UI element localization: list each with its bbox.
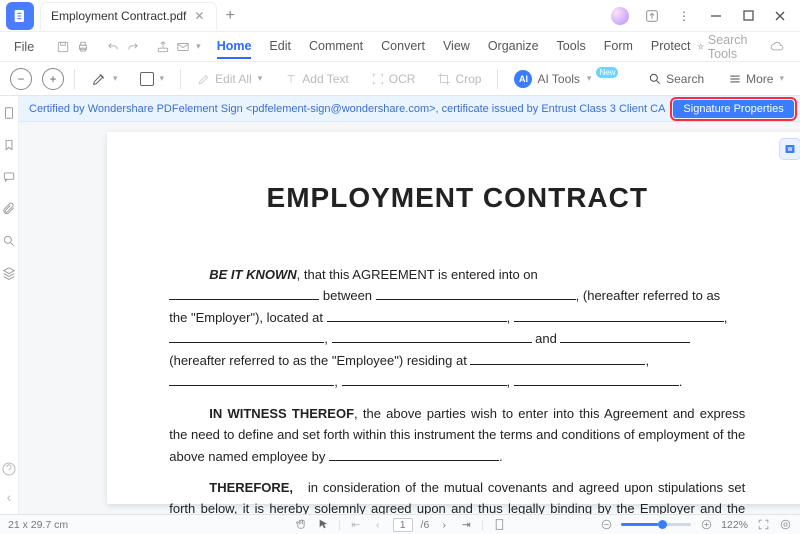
prev-page-icon[interactable]: ‹ [371,518,385,532]
collapse-left-icon[interactable]: ‹ [0,488,18,506]
page-scroll[interactable]: W EMPLOYMENT CONTRACT BE IT KNOWN, that … [19,122,800,514]
ribbon-tabs: Home Edit Comment Convert View Organize … [217,35,691,59]
print-icon[interactable] [76,36,90,58]
search-panel-icon[interactable] [0,232,18,250]
ocr-tool[interactable]: OCR [365,70,422,88]
window-maximize-icon[interactable] [734,4,762,28]
cloud-upload-icon[interactable] [638,4,666,28]
tab-protect[interactable]: Protect [651,35,691,59]
layers-icon[interactable] [0,264,18,282]
app-logo-icon [6,2,34,30]
last-page-icon[interactable]: ⇥ [459,518,473,532]
attachment-icon[interactable] [0,200,18,218]
assistant-orb-icon[interactable] [606,4,634,28]
page-dimensions: 21 x 29.7 cm [8,519,68,531]
tab-title: Employment Contract.pdf [51,9,186,23]
zoom-in-button[interactable]: + [42,68,64,90]
select-tool-icon[interactable] [316,518,330,532]
search-button[interactable]: Search [642,70,710,88]
zoom-in-status-icon[interactable] [699,518,713,532]
shape-tool[interactable]: ▾ [134,70,171,88]
new-badge: New [596,67,618,78]
document-title: EMPLOYMENT CONTRACT [169,182,745,214]
undo-icon[interactable] [106,36,120,58]
zoom-value[interactable]: 122% [721,519,748,531]
pdf-page: W EMPLOYMENT CONTRACT BE IT KNOWN, that … [107,132,800,504]
window-close-icon[interactable] [766,4,794,28]
hand-tool-icon[interactable] [294,518,308,532]
collapse-ribbon-icon[interactable]: ⌃ [792,36,800,58]
tab-convert[interactable]: Convert [381,35,425,59]
paragraph-3: THEREFORE, in consideration of the mutua… [169,477,745,514]
crop-tool[interactable]: Crop [431,70,487,88]
paragraph-2: IN WITNESS THEREOF, the above parties wi… [169,403,745,467]
page-number-input[interactable]: 1 [393,518,413,532]
signature-properties-button[interactable]: Signature Properties [673,100,793,118]
tab-view[interactable]: View [443,35,470,59]
dropdown-icon[interactable]: ▾ [196,36,201,58]
redo-icon[interactable] [126,36,140,58]
tab-comment[interactable]: Comment [309,35,363,59]
paragraph-1: BE IT KNOWN, that this AGREEMENT is ente… [169,264,745,393]
ai-icon: AI [514,70,532,88]
cloud-icon[interactable] [766,36,788,58]
svg-text:W: W [788,147,793,153]
save-icon[interactable] [56,36,70,58]
window-minimize-icon[interactable] [702,4,730,28]
ai-tools-button[interactable]: AI AI Tools▾ New [508,68,624,90]
fit-page-icon[interactable] [756,518,770,532]
banner-message: Certified by Wondershare PDFelement Sign… [29,103,665,115]
file-menu[interactable]: File [8,40,40,54]
document-tab[interactable]: Employment Contract.pdf ✕ [40,2,217,30]
bookmark-icon[interactable] [0,136,18,154]
next-page-icon[interactable]: › [437,518,451,532]
search-tools-button[interactable]: Search Tools [697,33,753,61]
new-tab-button[interactable]: + [217,7,242,25]
comment-panel-icon[interactable] [0,168,18,186]
zoom-out-button[interactable]: − [10,68,32,90]
tab-edit[interactable]: Edit [269,35,291,59]
add-text-tool[interactable]: Add Text [278,70,354,88]
reading-mode-icon[interactable] [778,518,792,532]
signature-banner: Certified by Wondershare PDFelement Sign… [19,96,800,122]
mail-icon[interactable] [176,36,190,58]
thumbnails-icon[interactable] [0,104,18,122]
menu-bar: File ▾ Home Edit Comment Convert View Or… [0,32,800,62]
view-mode-icon[interactable] [492,518,506,532]
kebab-menu-icon[interactable]: ⋮ [670,4,698,28]
tab-home[interactable]: Home [217,35,252,59]
share-icon[interactable] [156,36,170,58]
status-bar: 21 x 29.7 cm | ⇤ ‹ 1 /6 › ⇥ | 122% [0,514,800,534]
edit-all-tool[interactable]: Edit All▾ [191,70,268,88]
document-viewport: Certified by Wondershare PDFelement Sign… [19,96,800,514]
help-icon[interactable] [0,460,18,478]
main-area: ‹ Certified by Wondershare PDFelement Si… [0,96,800,514]
first-page-icon[interactable]: ⇤ [349,518,363,532]
left-sidebar: ‹ [0,96,19,514]
zoom-slider[interactable] [621,523,691,526]
word-badge-icon[interactable]: W [779,138,800,160]
zoom-out-status-icon[interactable] [599,518,613,532]
highlighter-tool[interactable]: ▾ [85,69,124,89]
toolbar: − + ▾ ▾ Edit All▾ Add Text OCR Crop AI A… [0,62,800,96]
tab-tools[interactable]: Tools [557,35,586,59]
close-tab-icon[interactable]: ✕ [192,9,206,23]
page-total: /6 [421,519,430,531]
more-button[interactable]: More▾ [722,70,790,88]
tab-form[interactable]: Form [604,35,633,59]
titlebar: Employment Contract.pdf ✕ + ⋮ [0,0,800,32]
tab-organize[interactable]: Organize [488,35,539,59]
